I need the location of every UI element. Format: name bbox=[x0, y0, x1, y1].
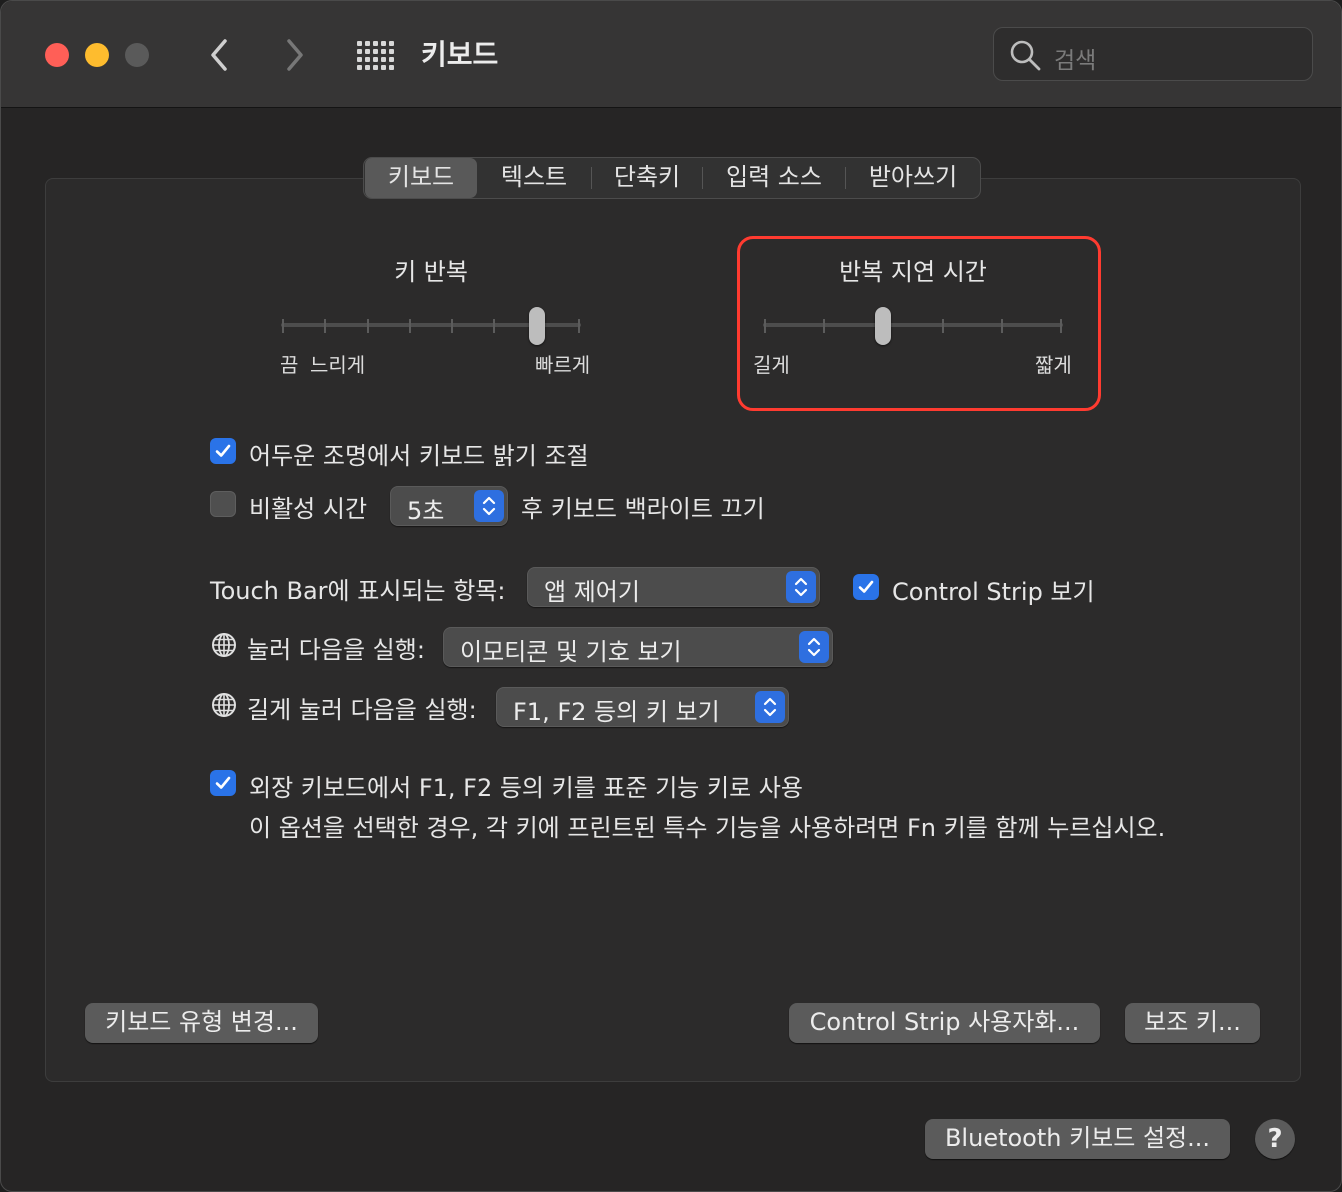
help-button[interactable]: ? bbox=[1255, 1119, 1295, 1159]
fn-keys-label: 외장 키보드에서 F1, F2 등의 키를 표준 기능 키로 사용 bbox=[249, 774, 803, 802]
control-strip-checkbox[interactable] bbox=[853, 574, 879, 600]
fn-keys-description: 이 옵션을 선택한 경우, 각 키에 프린트된 특수 기능을 사용하려면 Fn … bbox=[249, 814, 1166, 842]
slider-tick bbox=[578, 319, 580, 333]
backlight-off-checkbox[interactable] bbox=[210, 491, 236, 517]
touch-bar-value: 앱 제어기 bbox=[544, 578, 640, 606]
slider-tick bbox=[366, 319, 369, 333]
backlight-after-label: 후 키보드 백라이트 끄기 bbox=[521, 495, 765, 523]
slider-tick bbox=[823, 319, 826, 333]
key-repeat-fast-label: 빠르게 bbox=[535, 353, 591, 377]
tab-dictation[interactable]: 받아쓰기 bbox=[846, 158, 980, 198]
search-placeholder: 검색 bbox=[1054, 48, 1097, 74]
backlight-timeout-popup[interactable]: 5초 bbox=[390, 486, 508, 526]
repeat-delay-long-label: 길게 bbox=[753, 353, 790, 377]
close-button[interactable] bbox=[45, 43, 69, 67]
hold-globe-popup[interactable]: F1, F2 등의 키 보기 bbox=[496, 687, 789, 727]
minimize-button[interactable] bbox=[85, 43, 109, 67]
up-down-arrows-icon bbox=[482, 496, 496, 516]
checkmark-icon bbox=[858, 580, 874, 593]
key-repeat-slow-label: 느리게 bbox=[310, 353, 366, 377]
customize-control-strip-button[interactable]: Control Strip 사용자화... bbox=[789, 1003, 1100, 1043]
control-strip-label: Control Strip 보기 bbox=[892, 578, 1095, 606]
touch-bar-popup[interactable]: 앱 제어기 bbox=[527, 567, 820, 607]
repeat-delay-title: 반복 지연 시간 bbox=[839, 258, 987, 286]
slider-tick bbox=[941, 319, 944, 333]
title-bar: 키보드 검색 bbox=[1, 1, 1341, 108]
preferences-window: 키보드 검색 키보드 텍스트 단축키 입력 소스 받아쓰기 키 반복 끔 느리게… bbox=[0, 0, 1342, 1192]
tab-shortcuts[interactable]: 단축키 bbox=[592, 158, 702, 198]
back-button[interactable] bbox=[205, 35, 235, 75]
adjust-brightness-label: 어두운 조명에서 키보드 밝기 조절 bbox=[249, 442, 589, 470]
chevron-right-icon bbox=[287, 39, 303, 71]
slider-tick bbox=[282, 319, 284, 333]
popup-stepper bbox=[786, 571, 816, 603]
search-icon bbox=[1010, 40, 1041, 71]
slider-tick bbox=[1060, 319, 1062, 333]
zoom-button[interactable] bbox=[125, 43, 149, 67]
slider-knob[interactable] bbox=[528, 307, 545, 345]
change-keyboard-type-button[interactable]: 키보드 유형 변경... bbox=[85, 1003, 318, 1043]
adjust-brightness-checkbox[interactable] bbox=[210, 438, 236, 464]
press-globe-value: 이모티콘 및 기호 보기 bbox=[460, 638, 682, 666]
fn-keys-checkbox[interactable] bbox=[210, 770, 236, 796]
backlight-timeout-value: 5초 bbox=[407, 497, 445, 525]
tab-bar: 키보드 텍스트 단축키 입력 소스 받아쓰기 bbox=[363, 157, 981, 199]
tab-input-sources[interactable]: 입력 소스 bbox=[703, 158, 845, 198]
slider-tick bbox=[451, 319, 454, 333]
press-globe-popup[interactable]: 이모티콘 및 기호 보기 bbox=[443, 627, 833, 667]
checkmark-icon bbox=[215, 776, 231, 789]
up-down-arrows-icon bbox=[794, 577, 808, 597]
up-down-arrows-icon bbox=[763, 697, 777, 717]
key-repeat-title: 키 반복 bbox=[394, 258, 468, 286]
chevron-left-icon bbox=[211, 39, 227, 71]
slider-knob[interactable] bbox=[875, 307, 892, 345]
bluetooth-keyboard-setup-button[interactable]: Bluetooth 키보드 설정... bbox=[925, 1119, 1230, 1159]
popup-stepper bbox=[799, 631, 829, 663]
touch-bar-label: Touch Bar에 표시되는 항목: bbox=[210, 577, 506, 605]
slider-tick bbox=[493, 319, 496, 333]
globe-icon bbox=[212, 693, 236, 717]
tab-keyboard[interactable]: 키보드 bbox=[365, 158, 477, 198]
popup-stepper bbox=[474, 490, 504, 522]
key-repeat-off-label: 끔 bbox=[280, 353, 299, 377]
hold-globe-value: F1, F2 등의 키 보기 bbox=[513, 698, 720, 726]
modifier-keys-button[interactable]: 보조 키... bbox=[1125, 1003, 1260, 1043]
slider-tick bbox=[764, 319, 766, 333]
slider-tick bbox=[324, 319, 327, 333]
popup-stepper bbox=[755, 691, 785, 723]
checkmark-icon bbox=[215, 444, 231, 457]
tab-text[interactable]: 텍스트 bbox=[477, 158, 591, 198]
search-field[interactable]: 검색 bbox=[993, 27, 1313, 81]
forward-button[interactable] bbox=[279, 35, 309, 75]
window-title: 키보드 bbox=[421, 38, 499, 71]
hold-globe-label: 길게 눌러 다음을 실행: bbox=[247, 696, 477, 724]
repeat-delay-short-label: 짧게 bbox=[1035, 353, 1072, 377]
slider-tick bbox=[1000, 319, 1003, 333]
press-globe-label: 눌러 다음을 실행: bbox=[247, 636, 425, 664]
slider-tick bbox=[408, 319, 411, 333]
show-all-grid-icon[interactable] bbox=[357, 41, 394, 70]
globe-icon bbox=[212, 633, 236, 657]
up-down-arrows-icon bbox=[807, 637, 821, 657]
backlight-off-label: 비활성 시간 bbox=[249, 495, 368, 523]
slider-track bbox=[763, 323, 1063, 327]
